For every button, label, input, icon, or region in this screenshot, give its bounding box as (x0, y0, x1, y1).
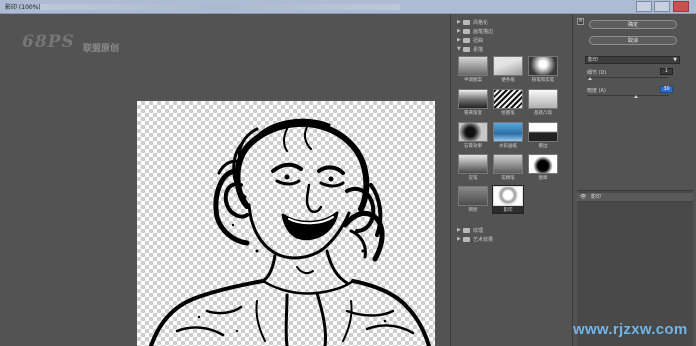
detail-slider-track[interactable] (587, 77, 669, 78)
folder-icon (463, 19, 470, 25)
ok-button[interactable]: 确定 (589, 20, 677, 29)
site-logo: 68PS (22, 32, 75, 52)
filter-thumb-conte-crayon[interactable]: 炭精笔 (493, 154, 523, 181)
category-brush-strokes[interactable]: ▶ 画笔描边 (457, 27, 493, 35)
chevron-down-icon: ▼ (673, 57, 677, 63)
filter-select[interactable]: 影印 ▼ (585, 56, 680, 64)
maximize-button[interactable] (654, 1, 670, 12)
folder-icon (463, 227, 470, 233)
category-distort[interactable]: ▶ 扭曲 (457, 36, 483, 44)
minimize-button[interactable] (636, 1, 652, 12)
effect-layer-name: 影印 (591, 194, 602, 200)
folder-icon (463, 236, 470, 242)
detail-input[interactable]: 1 (660, 68, 673, 75)
category-artistic[interactable]: ▶ 艺术效果 (457, 235, 493, 243)
category-stylize[interactable]: ▶ 风格化 (457, 18, 488, 26)
filter-thumb-torn-edges[interactable]: 撕边 (528, 122, 558, 149)
settings-panel: ≡ 确定 取消 影印 ▼ 细节 (D) 1 暗度 (A) 30 👁 影印 (572, 14, 696, 346)
filter-thumb-chrome[interactable]: 铬黄渐变 (458, 89, 488, 116)
filter-thumb-water-paper[interactable]: 水彩画纸 (493, 122, 523, 149)
menu-strip (40, 4, 400, 10)
effect-layer-row[interactable]: 👁 影印 (577, 193, 693, 202)
watermark-text: www.rjzxw.com (573, 321, 688, 338)
cancel-button[interactable]: 取消 (589, 36, 677, 45)
detail-slider-thumb[interactable] (588, 77, 593, 80)
folder-open-icon (463, 46, 470, 52)
filter-thumb-plaster[interactable]: 石膏效果 (458, 122, 488, 149)
filter-thumb-halftone[interactable]: 半调图案 (458, 56, 488, 83)
folder-icon (463, 37, 470, 43)
filter-thumb-note-paper[interactable]: 便条纸 (493, 56, 523, 83)
filter-thumb-bas-relief[interactable]: 基底凸现 (528, 89, 558, 116)
filter-gallery: ▶ 风格化 ▶ 画笔描边 ▶ 扭曲 ▼ 素描 半调图案 便条纸 粉笔和炭笔 铬黄渐变 绘… (450, 14, 572, 346)
window-titlebar: 影印 (100%) (0, 0, 696, 14)
filter-thumb-photocopy[interactable]: 影印 (492, 185, 524, 214)
darkness-slider-track[interactable] (587, 95, 669, 96)
category-sketch[interactable]: ▼ 素描 (457, 45, 483, 53)
darkness-label: 暗度 (A) (587, 88, 606, 94)
category-texture[interactable]: ▶ 纹理 (457, 226, 483, 234)
detail-label: 细节 (D) (587, 70, 607, 76)
collapse-gallery-toggle[interactable]: ≡ (577, 18, 584, 25)
filter-thumb-charcoal[interactable]: 炭笔 (458, 154, 488, 181)
filter-thumb-graphic-pen[interactable]: 绘图笔 (493, 89, 523, 116)
folder-icon (463, 28, 470, 34)
filter-thumb-reticulation[interactable]: 网状 (458, 186, 488, 213)
darkness-input[interactable]: 30 (660, 86, 673, 93)
filter-thumb-stamp[interactable]: 图章 (528, 154, 558, 181)
site-logo-text: 联盟原创 (83, 44, 120, 54)
preview-image[interactable] (137, 101, 435, 346)
filter-thumb-chalk-charcoal[interactable]: 粉笔和炭笔 (528, 56, 558, 83)
darkness-slider-thumb[interactable] (634, 95, 639, 98)
close-button[interactable] (673, 1, 689, 12)
eye-icon[interactable]: 👁 (580, 193, 586, 202)
photocopy-portrait (149, 118, 431, 346)
window-title: 影印 (100%) (5, 4, 41, 11)
